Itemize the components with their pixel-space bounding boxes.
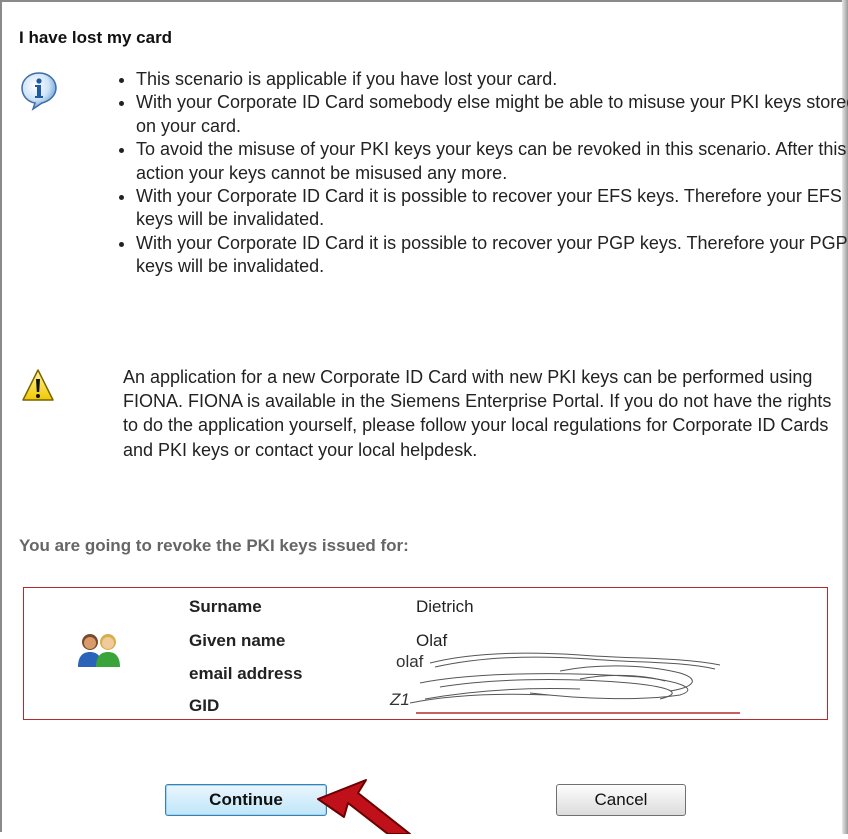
- annotation-arrow-icon: [314, 777, 434, 839]
- info-bullet: To avoid the misuse of your PKI keys you…: [136, 138, 848, 185]
- info-icon: [20, 71, 58, 116]
- given-name-label: Given name: [189, 631, 286, 650]
- email-label: email address: [189, 664, 303, 683]
- dialog-title: I have lost my card: [19, 28, 173, 47]
- redacted-values: olaf Z1: [380, 643, 746, 720]
- revoke-heading: You are going to revoke the PKI keys iss…: [19, 536, 409, 555]
- warning-icon: [21, 368, 55, 409]
- gid-label: GID: [189, 696, 220, 715]
- info-bullet: With your Corporate ID Card it is possib…: [136, 232, 848, 279]
- gid-value-visible: Z1: [389, 690, 410, 709]
- email-value-visible: olaf: [396, 652, 424, 671]
- continue-button[interactable]: Continue: [165, 784, 327, 816]
- warning-text: An application for a new Corporate ID Ca…: [123, 367, 832, 460]
- cancel-button[interactable]: Cancel: [556, 784, 686, 816]
- surname-label: Surname: [189, 597, 262, 616]
- info-bullet: This scenario is applicable if you have …: [136, 68, 848, 91]
- users-icon: [76, 631, 122, 674]
- info-bullet: With your Corporate ID Card somebody els…: [136, 91, 848, 138]
- user-info-box: Surname Dietrich Given name Olaf email a…: [23, 587, 828, 720]
- info-bullet: With your Corporate ID Card it is possib…: [136, 185, 848, 232]
- surname-value: Dietrich: [416, 597, 474, 616]
- info-bullet-list: This scenario is applicable if you have …: [100, 68, 848, 279]
